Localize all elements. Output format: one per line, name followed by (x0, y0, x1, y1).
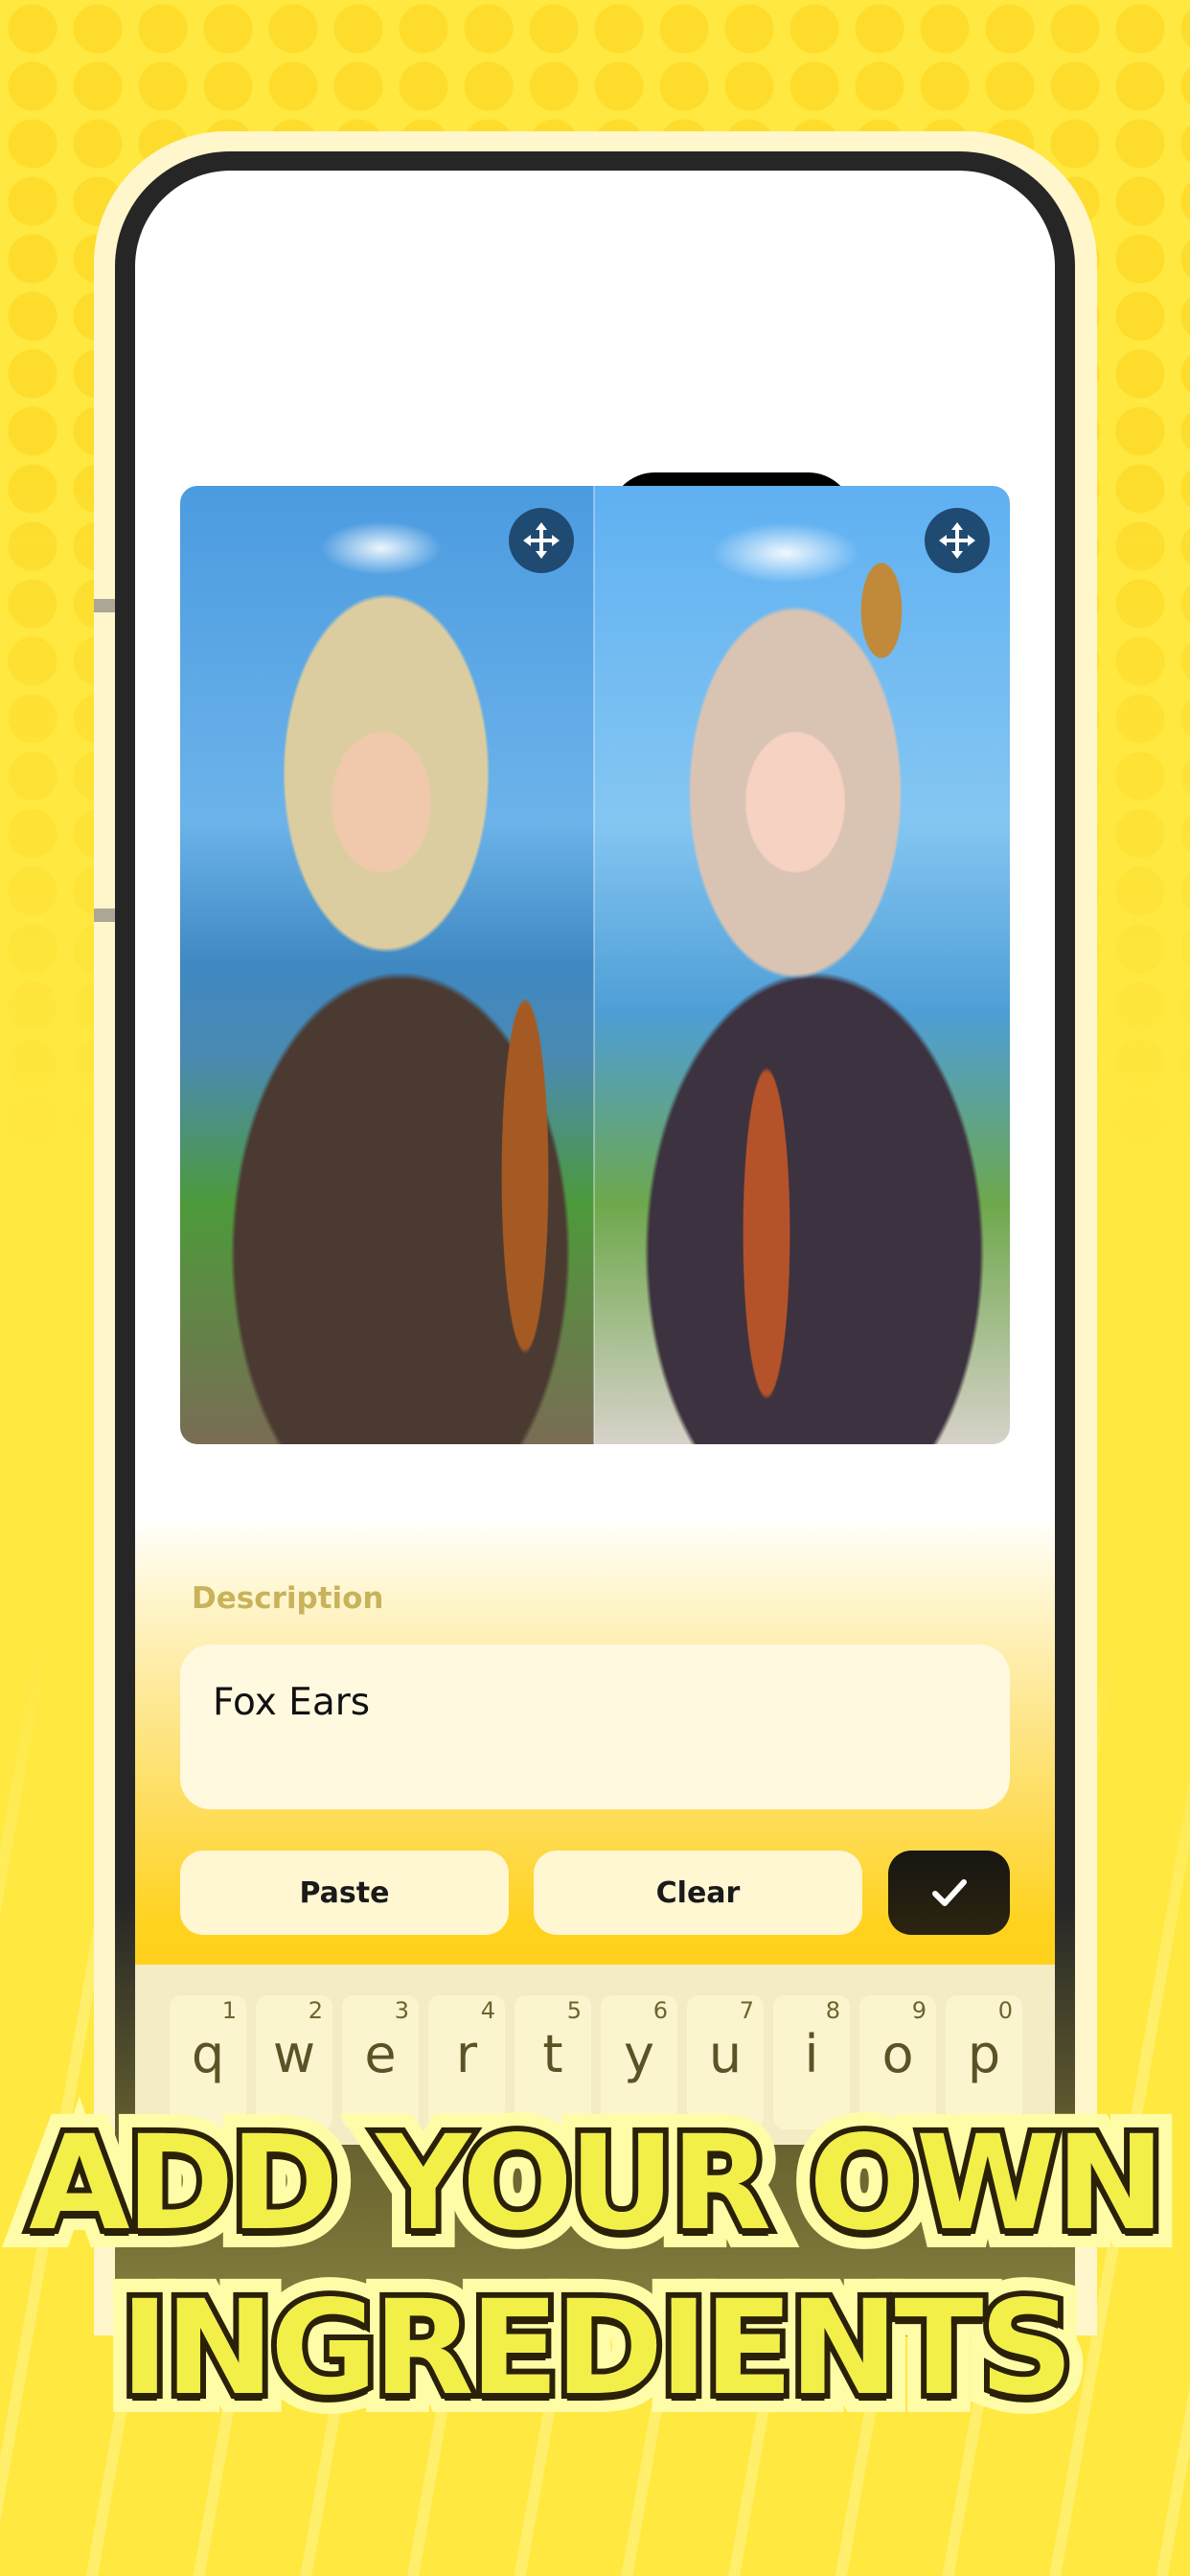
key-letter: y (624, 2024, 654, 2084)
checkmark-icon (931, 1879, 967, 1906)
key-number-hint: 7 (739, 1997, 754, 2024)
key-letter: p (967, 2024, 1001, 2084)
key-letter: i (804, 2024, 819, 2084)
phone-screen: Result Description Fox Ears Paste Clear (135, 171, 1055, 2145)
key-number-hint: 5 (566, 1997, 582, 2024)
key-number-hint: 2 (308, 1997, 323, 2024)
key-number-hint: 6 (652, 1997, 668, 2024)
original-image (180, 486, 594, 1444)
move-arrows-icon (523, 522, 560, 559)
clear-button[interactable]: Clear (534, 1851, 862, 1935)
comparison-view[interactable] (180, 486, 1010, 1444)
move-right-image-button[interactable] (925, 508, 990, 573)
key-number-hint: 8 (825, 1997, 840, 2024)
paste-button[interactable]: Paste (180, 1851, 509, 1935)
key-letter: w (272, 2024, 316, 2084)
confirm-button[interactable] (888, 1851, 1010, 1935)
move-left-image-button[interactable] (509, 508, 574, 573)
key-number-hint: 3 (394, 1997, 409, 2024)
headline-line1: ADD YOUR OWN (23, 2103, 1171, 2266)
result-image (594, 486, 1010, 1444)
key-letter: o (881, 2024, 914, 2084)
key-letter: e (364, 2024, 397, 2084)
phone-side-button (94, 908, 115, 922)
key-letter: t (542, 2024, 563, 2084)
key-letter: r (455, 2024, 478, 2084)
description-label: Description (192, 1581, 384, 1616)
key-number-hint: 0 (997, 1997, 1013, 2024)
key-number-hint: 1 (221, 1997, 237, 2024)
description-input[interactable]: Fox Ears (180, 1644, 1010, 1809)
phone-side-button (94, 599, 115, 612)
key-letter: u (708, 2024, 743, 2084)
key-number-hint: 9 (911, 1997, 927, 2024)
comparison-divider[interactable] (593, 486, 595, 1444)
key-number-hint: 4 (480, 1997, 495, 2024)
key-letter: q (191, 2024, 225, 2084)
headline-line2: INGREDIENTS (115, 2267, 1080, 2430)
move-arrows-icon (939, 522, 975, 559)
